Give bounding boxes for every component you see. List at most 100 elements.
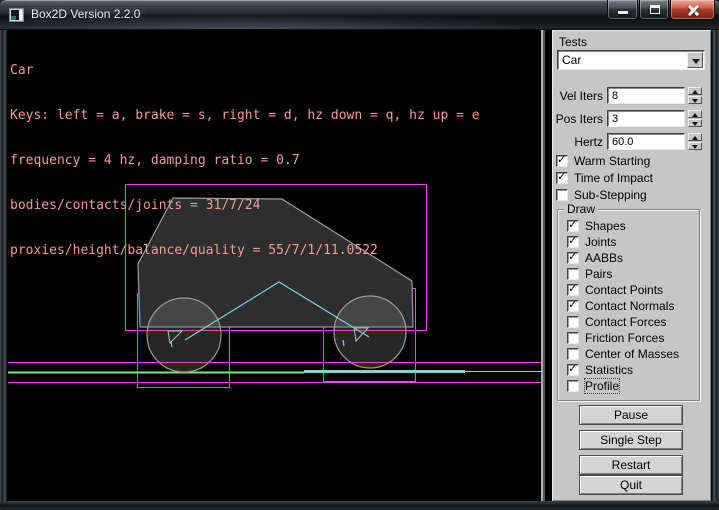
check-icon: ✓: [568, 298, 577, 311]
checkbox-box: ✓: [556, 155, 568, 167]
tests-dropdown[interactable]: Car: [557, 50, 705, 70]
checkbox-label: Pairs: [585, 267, 612, 281]
checkbox-statistics[interactable]: ✓ Statistics: [567, 363, 633, 377]
checkbox-box: ✓: [567, 236, 579, 248]
window-border-left: [0, 30, 8, 501]
checkbox-box: ✓: [556, 189, 568, 201]
minimize-icon: [618, 11, 628, 14]
app-icon-accent: [11, 16, 16, 20]
restart-button[interactable]: Restart: [579, 455, 683, 475]
check-icon: ✓: [568, 362, 577, 375]
draw-group-box: Draw ✓ Shapes ✓ Joints ✓ AABBs ✓ Pairs ✓…: [557, 209, 700, 401]
checkbox-label: Contact Normals: [585, 299, 674, 313]
checkbox-label: Profile: [585, 379, 619, 393]
vel-iters-label: Vel Iters: [552, 89, 603, 103]
arrow-down-icon: [692, 99, 698, 103]
maximize-icon: [650, 5, 660, 14]
checkbox-box: ✓: [567, 332, 579, 344]
pos-iters-row: Pos Iters 3: [552, 110, 711, 127]
vel-iters-down-button[interactable]: [688, 96, 702, 104]
checkbox-box: ✓: [567, 284, 579, 296]
right-wheel: [334, 296, 406, 368]
checkbox-warm-starting[interactable]: ✓ Warm Starting: [556, 154, 650, 168]
stats-line-proxies: proxies/height/balance/quality = 55/7/1/…: [10, 243, 480, 258]
window-title: Box2D Version 2.2.0: [31, 7, 140, 21]
check-icon: ✓: [557, 170, 566, 183]
checkbox-box: ✓: [567, 300, 579, 312]
hertz-down-button[interactable]: [688, 142, 702, 150]
tests-dropdown-value: Car: [562, 53, 581, 67]
hertz-spinner: [688, 133, 702, 150]
checkbox-box: ✓: [567, 348, 579, 360]
checkbox-center-of-masses[interactable]: ✓ Center of Masses: [567, 347, 679, 361]
arrow-down-icon: [692, 145, 698, 149]
checkbox-label: Shapes: [585, 219, 626, 233]
vel-iters-spinner: [688, 87, 702, 104]
arrow-down-icon: [692, 122, 698, 126]
checkbox-box: ✓: [567, 268, 579, 280]
control-panel: Tests Car Vel Iters 8 Pos Iters 3 H: [552, 30, 711, 501]
pos-iters-input[interactable]: 3: [607, 110, 685, 127]
checkbox-joints[interactable]: ✓ Joints: [567, 235, 616, 249]
checkbox-label: Time of Impact: [574, 171, 653, 185]
close-icon: [687, 4, 700, 16]
checkbox-label: Sub-Stepping: [574, 188, 647, 202]
checkbox-sub-stepping[interactable]: ✓ Sub-Stepping: [556, 188, 647, 202]
arrow-up-icon: [692, 113, 698, 117]
checkbox-label: Contact Forces: [585, 315, 666, 329]
pos-iters-up-button[interactable]: [688, 110, 702, 118]
stats-line-bodies: bodies/contacts/joints = 31/7/24: [10, 198, 480, 213]
left-wheel: [147, 298, 221, 372]
app-window: Box2D Version 2.2.0: [0, 0, 719, 510]
maximize-button[interactable]: [639, 0, 669, 20]
single-step-button[interactable]: Single Step: [579, 430, 683, 450]
checkbox-contact-points[interactable]: ✓ Contact Points: [567, 283, 663, 297]
arrow-up-icon: [692, 136, 698, 140]
window-border-right: [711, 30, 719, 501]
close-button[interactable]: [670, 0, 715, 20]
hertz-up-button[interactable]: [688, 133, 702, 141]
checkbox-box: ✓: [567, 252, 579, 264]
title-bar[interactable]: Box2D Version 2.2.0: [0, 0, 719, 30]
dropdown-arrow-button[interactable]: [687, 52, 703, 68]
checkbox-label: Statistics: [585, 363, 633, 377]
minimize-button[interactable]: [607, 0, 638, 20]
checkbox-shapes[interactable]: ✓ Shapes: [567, 219, 626, 233]
checkbox-contact-normals[interactable]: ✓ Contact Normals: [567, 299, 674, 313]
window-border-bottom: [0, 501, 719, 510]
vel-iters-input[interactable]: 8: [607, 87, 685, 104]
stats-line-frequency: frequency = 4 hz, damping ratio = 0.7: [10, 153, 480, 168]
checkbox-profile[interactable]: ✓ Profile: [567, 379, 619, 393]
pos-iters-down-button[interactable]: [688, 119, 702, 127]
hertz-input[interactable]: 60.0: [607, 133, 685, 150]
hertz-label: Hertz: [552, 135, 603, 149]
checkbox-aabbs[interactable]: ✓ AABBs: [567, 251, 623, 265]
simulation-canvas[interactable]: Car Keys: left = a, brake = s, right = d…: [8, 30, 541, 501]
app-icon-bar: [19, 10, 22, 20]
quit-button[interactable]: Quit: [579, 475, 683, 495]
check-icon: ✓: [568, 218, 577, 231]
check-icon: ✓: [568, 250, 577, 263]
checkbox-time-of-impact[interactable]: ✓ Time of Impact: [556, 171, 653, 185]
checkbox-box: ✓: [567, 220, 579, 232]
check-icon: ✓: [568, 282, 577, 295]
checkbox-friction-forces[interactable]: ✓ Friction Forces: [567, 331, 664, 345]
pause-button[interactable]: Pause: [579, 405, 683, 425]
vel-iters-up-button[interactable]: [688, 87, 702, 95]
arrow-up-icon: [692, 90, 698, 94]
stats-line-title: Car: [10, 63, 480, 78]
checkbox-label: AABBs: [585, 251, 623, 265]
checkbox-box: ✓: [567, 364, 579, 376]
hertz-row: Hertz 60.0: [552, 133, 711, 150]
panel-divider-gap: [545, 30, 552, 501]
stats-line-keys: Keys: left = a, brake = s, right = d, hz…: [10, 108, 480, 123]
draw-group-title: Draw: [564, 202, 598, 216]
checkbox-label: Warm Starting: [574, 154, 650, 168]
checkbox-pairs[interactable]: ✓ Pairs: [567, 267, 612, 281]
checkbox-contact-forces[interactable]: ✓ Contact Forces: [567, 315, 666, 329]
checkbox-label: Contact Points: [585, 283, 663, 297]
checkbox-box: ✓: [556, 172, 568, 184]
pos-iters-label: Pos Iters: [552, 112, 603, 126]
tests-label: Tests: [559, 35, 587, 49]
check-icon: ✓: [568, 234, 577, 247]
